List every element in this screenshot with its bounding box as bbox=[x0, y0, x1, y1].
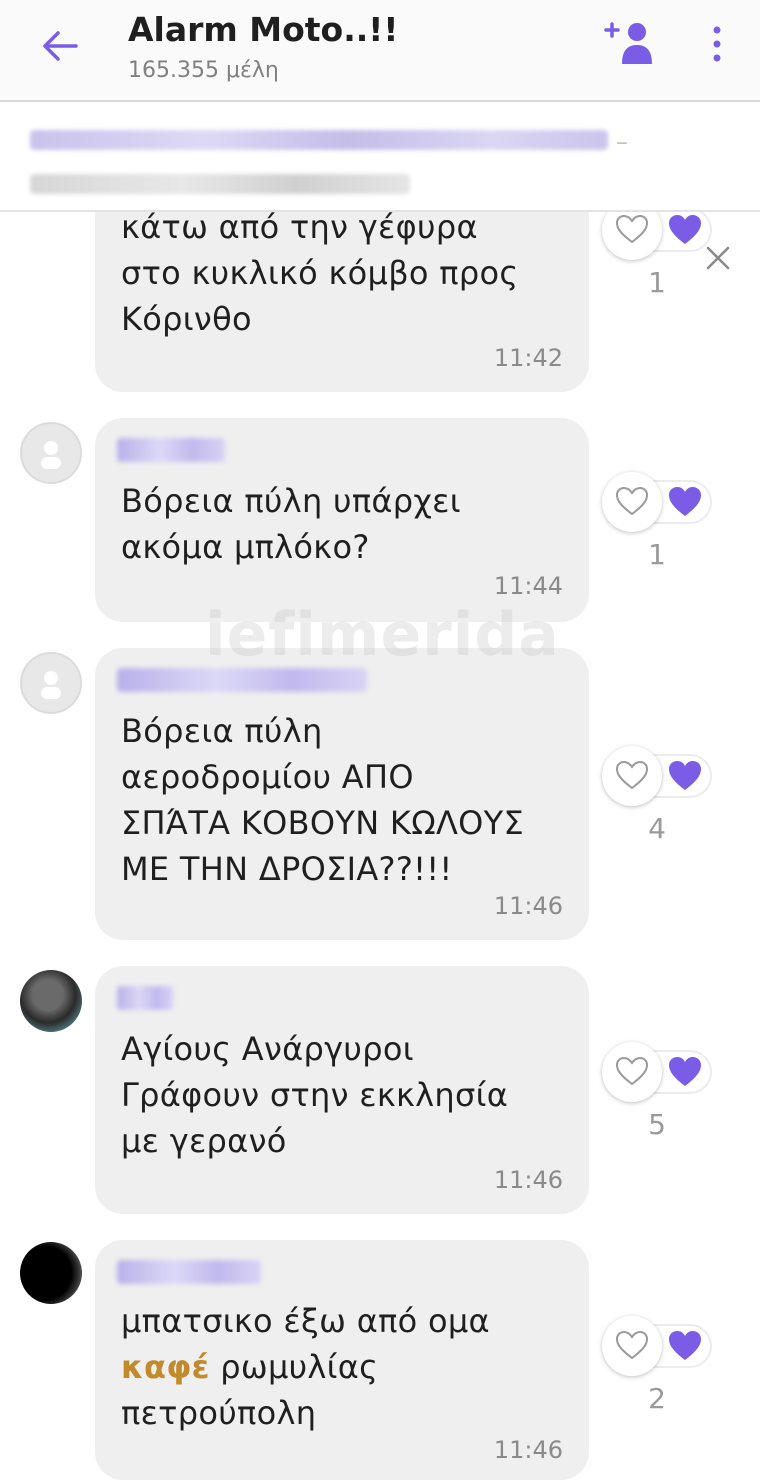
heart-outline-icon bbox=[615, 760, 649, 790]
chat-title[interactable]: Alarm Moto..!! bbox=[128, 10, 398, 49]
message-bubble[interactable]: μπατσικο έξω από ομα καφέ ρωμυλίας πετρο… bbox=[95, 1240, 589, 1480]
like-count: 1 bbox=[648, 266, 666, 299]
avatar[interactable] bbox=[20, 422, 82, 484]
avatar[interactable] bbox=[20, 1242, 82, 1304]
like-button[interactable] bbox=[602, 746, 662, 806]
reactions: 5 bbox=[602, 1042, 712, 1141]
message-text: κάτω από την γέφυρα στο κυκλικό κόμβο πρ… bbox=[121, 208, 519, 338]
heart-filled-icon bbox=[669, 487, 701, 516]
message-text: Βόρεια πύλη υπάρχει ακόμα μπλόκο? bbox=[121, 482, 461, 566]
user-placeholder-icon bbox=[41, 671, 61, 699]
heart-outline-icon bbox=[615, 1330, 649, 1360]
pinned-message-banner[interactable]: – bbox=[0, 102, 760, 270]
like-button[interactable] bbox=[602, 472, 662, 532]
heart-filled-icon bbox=[669, 215, 701, 244]
watermark: iefimerida bbox=[205, 600, 560, 670]
add-member-icon[interactable] bbox=[604, 18, 660, 68]
message-text-part: μπατσικο έξω από ομα bbox=[121, 1302, 490, 1340]
message-bubble[interactable]: Βόρεια πύλη αεροδρομίου ΑΠΟ ΣΠΆΤΑ ΚΟΒΟΥΝ… bbox=[95, 648, 589, 940]
avatar[interactable] bbox=[20, 970, 82, 1032]
reactions: 1 bbox=[602, 472, 712, 571]
close-icon[interactable] bbox=[704, 244, 732, 272]
sender-name[interactable] bbox=[117, 668, 367, 692]
like-button[interactable] bbox=[602, 1316, 662, 1376]
message-time: 11:42 bbox=[493, 344, 563, 372]
heart-filled-icon bbox=[669, 761, 701, 790]
highlighted-word: καφέ bbox=[121, 1348, 210, 1386]
more-options-icon[interactable] bbox=[704, 24, 730, 64]
message-text: Αγίους Ανάργυροι Γράφουν στην εκκλησία μ… bbox=[121, 1030, 509, 1160]
member-count: 165.355 μέλη bbox=[128, 58, 279, 83]
message-bubble[interactable]: Αγίους Ανάργυροι Γράφουν στην εκκλησία μ… bbox=[95, 966, 589, 1214]
avatar[interactable] bbox=[20, 652, 82, 714]
back-arrow-icon[interactable] bbox=[38, 24, 82, 68]
message-time: 11:46 bbox=[493, 1166, 563, 1194]
like-count: 5 bbox=[648, 1108, 666, 1141]
message-time: 11:44 bbox=[493, 572, 563, 600]
sender-name[interactable] bbox=[117, 1260, 261, 1284]
chat-header: Alarm Moto..!! 165.355 μέλη bbox=[0, 0, 760, 102]
like-count: 2 bbox=[648, 1382, 666, 1415]
message-text: μπατσικο έξω από ομα καφέ ρωμυλίας πετρο… bbox=[121, 1298, 490, 1436]
message-bubble[interactable]: Βόρεια πύλη υπάρχει ακόμα μπλόκο? 11:44 bbox=[95, 418, 589, 622]
sender-name[interactable] bbox=[117, 986, 173, 1010]
message-time: 11:46 bbox=[493, 892, 563, 920]
pinned-subtext-blurred bbox=[30, 174, 410, 194]
user-placeholder-icon bbox=[41, 441, 61, 469]
reactions: 2 bbox=[602, 1316, 712, 1415]
like-count: 1 bbox=[648, 538, 666, 571]
reactions: 4 bbox=[602, 746, 712, 845]
message-text: Βόρεια πύλη αεροδρομίου ΑΠΟ ΣΠΆΤΑ ΚΟΒΟΥΝ… bbox=[121, 712, 524, 888]
pinned-text-blurred bbox=[30, 130, 608, 150]
heart-filled-icon bbox=[669, 1057, 701, 1086]
message-time: 11:46 bbox=[493, 1436, 563, 1464]
heart-outline-icon bbox=[615, 486, 649, 516]
heart-filled-icon bbox=[669, 1331, 701, 1360]
like-button[interactable] bbox=[602, 1042, 662, 1102]
pinned-dash: – bbox=[616, 128, 628, 156]
message-feed[interactable]: κάτω από την γέφυρα στο κυκλικό κόμβο πρ… bbox=[0, 0, 760, 1480]
sender-name[interactable] bbox=[117, 438, 225, 462]
heart-outline-icon bbox=[615, 1056, 649, 1086]
like-count: 4 bbox=[648, 812, 666, 845]
